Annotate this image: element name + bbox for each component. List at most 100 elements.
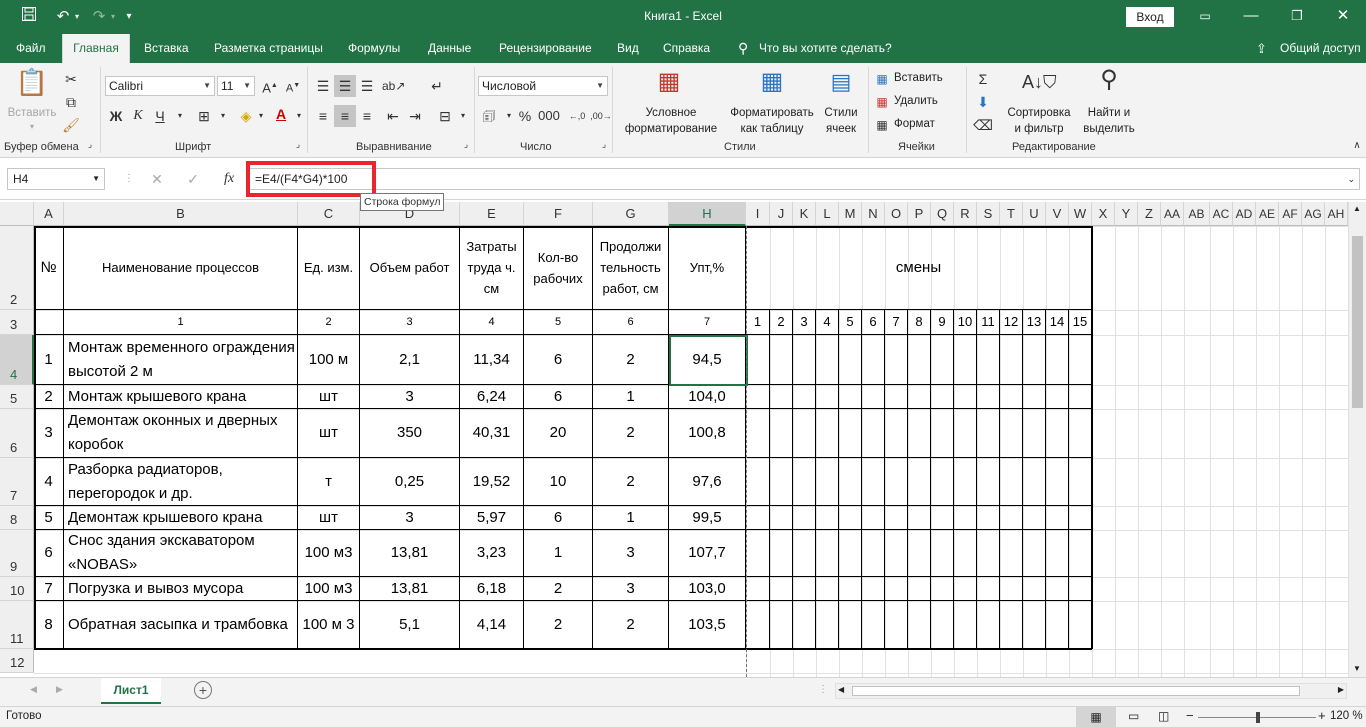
shift-cell[interactable] [1046,335,1069,385]
shift-cell[interactable] [1069,530,1092,577]
shift-cell[interactable] [770,458,793,506]
header-cell-4[interactable]: Объем работ [360,226,460,310]
shift-cell[interactable] [1023,601,1046,649]
table-cell-r6-c1[interactable]: 6 [34,530,64,577]
shift-cell[interactable] [1000,335,1023,385]
shift-cell[interactable] [931,409,954,458]
table-cell-r3-c3[interactable]: шт [298,409,360,458]
table-cell-r3-c6[interactable]: 20 [524,409,593,458]
shift-cell[interactable] [839,601,862,649]
shift-number-3[interactable]: 3 [793,310,816,335]
row-header-10[interactable]: 10 [0,577,34,601]
table-cell-r1-c2[interactable]: Монтаж временного ограждения высотой 2 м [64,335,298,385]
shift-cell[interactable] [793,409,816,458]
shift-cell[interactable] [931,385,954,409]
table-cell-r6-c6[interactable]: 1 [524,530,593,577]
shift-cell[interactable] [1023,530,1046,577]
shift-cell[interactable] [862,601,885,649]
shift-cell[interactable] [816,409,839,458]
column-header-s[interactable]: S [977,202,1000,226]
normal-view-icon[interactable]: ▦ [1076,707,1116,727]
table-cell-r4-c4[interactable]: 0,25 [360,458,460,506]
scroll-thumb[interactable] [1352,236,1363,408]
table-cell-r3-c7[interactable]: 2 [593,409,669,458]
table-cell-r3-c5[interactable]: 40,31 [460,409,524,458]
table-cell-r8-c6[interactable]: 2 [524,601,593,649]
table-cell-r8-c5[interactable]: 4,14 [460,601,524,649]
table-cell-r2-c7[interactable]: 1 [593,385,669,409]
shift-cell[interactable] [839,506,862,530]
table-cell-r5-c5[interactable]: 5,97 [460,506,524,530]
shift-cell[interactable] [1046,577,1069,601]
shift-cell[interactable] [1023,335,1046,385]
shift-cell[interactable] [931,530,954,577]
column-header-p[interactable]: P [908,202,931,226]
shift-cell[interactable] [770,409,793,458]
shift-cell[interactable] [793,385,816,409]
header-cell-3[interactable]: Ед. изм. [298,226,360,310]
table-cell-r2-c4[interactable]: 3 [360,385,460,409]
column-number-blank[interactable] [34,310,64,335]
shift-cell[interactable] [793,506,816,530]
shift-number-1[interactable]: 1 [746,310,770,335]
column-header-v[interactable]: V [1046,202,1069,226]
shift-cell[interactable] [885,577,908,601]
column-header-w[interactable]: W [1069,202,1092,226]
shift-cell[interactable] [1069,458,1092,506]
table-cell-r8-c4[interactable]: 5,1 [360,601,460,649]
shift-cell[interactable] [885,335,908,385]
page-break-view-icon[interactable]: ◫ [1158,709,1169,723]
column-header-b[interactable]: B [64,202,298,226]
table-cell-r1-c6[interactable]: 6 [524,335,593,385]
vertical-scrollbar[interactable]: ▲ ▼ [1348,202,1366,677]
shift-cell[interactable] [746,601,770,649]
shift-cell[interactable] [931,458,954,506]
shift-cell[interactable] [931,506,954,530]
shift-cell[interactable] [954,335,977,385]
table-cell-r4-c3[interactable]: т [298,458,360,506]
column-header-m[interactable]: M [839,202,862,226]
shift-cell[interactable] [977,506,1000,530]
shift-cell[interactable] [839,530,862,577]
shift-cell[interactable] [793,458,816,506]
row-header-9[interactable]: 9 [0,530,34,577]
horizontal-scrollbar[interactable]: ◀ ▶ [835,683,1347,699]
shift-cell[interactable] [1046,409,1069,458]
table-cell-r1-c3[interactable]: 100 м [298,335,360,385]
row-header-5[interactable]: 5 [0,385,34,409]
table-cell-r7-c7[interactable]: 3 [593,577,669,601]
column-header-q[interactable]: Q [931,202,954,226]
row-header-2[interactable]: 2 [0,226,34,310]
table-cell-r7-c5[interactable]: 6,18 [460,577,524,601]
shift-cell[interactable] [1069,385,1092,409]
column-header-h[interactable]: H [669,202,746,226]
shift-cell[interactable] [1000,530,1023,577]
shift-cell[interactable] [1046,506,1069,530]
column-header-af[interactable]: AF [1279,202,1302,226]
header-cell-5[interactable]: Затраты труда ч. см [460,226,524,310]
table-cell-r1-c8[interactable]: 94,5 [669,335,746,385]
shift-number-9[interactable]: 9 [931,310,954,335]
table-cell-r8-c3[interactable]: 100 м 3 [298,601,360,649]
table-cell-r4-c5[interactable]: 19,52 [460,458,524,506]
shift-cell[interactable] [839,335,862,385]
shift-cell[interactable] [908,506,931,530]
row-header-3[interactable]: 3 [0,310,34,335]
shift-cell[interactable] [1000,458,1023,506]
column-header-ad[interactable]: AD [1233,202,1256,226]
shift-cell[interactable] [908,601,931,649]
shift-cell[interactable] [862,506,885,530]
shift-cell[interactable] [1023,458,1046,506]
shift-number-11[interactable]: 11 [977,310,1000,335]
table-cell-r3-c1[interactable]: 3 [34,409,64,458]
shift-cell[interactable] [908,409,931,458]
column-header-n[interactable]: N [862,202,885,226]
column-header-g[interactable]: G [593,202,669,226]
column-header-aa[interactable]: AA [1161,202,1184,226]
column-header-y[interactable]: Y [1115,202,1138,226]
shift-cell[interactable] [1046,601,1069,649]
shift-cell[interactable] [954,458,977,506]
shift-cell[interactable] [746,577,770,601]
shift-cell[interactable] [1000,409,1023,458]
spreadsheet-grid[interactable]: A B C D E F G H I J K L M N O P Q R S T U V W X Y Z AA AB AC AD AE AF AG… [0,0,1366,727]
